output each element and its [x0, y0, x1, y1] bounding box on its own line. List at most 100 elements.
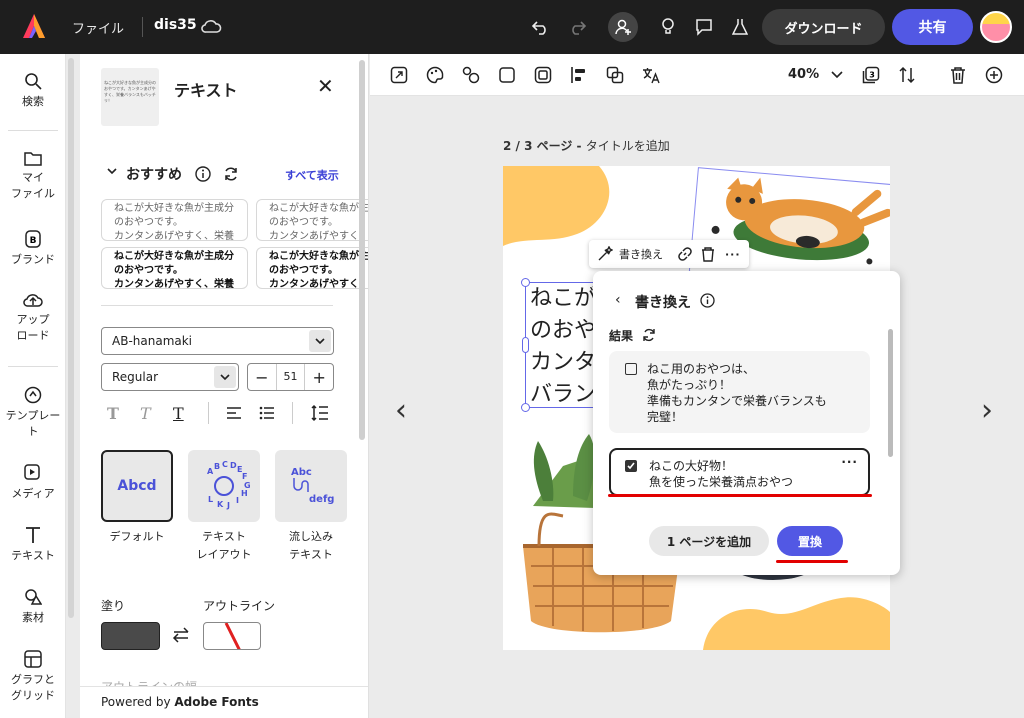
italic-icon[interactable]: T: [140, 404, 151, 423]
underline-icon[interactable]: T: [173, 404, 184, 423]
canvas-text-line: カンタ: [530, 350, 597, 375]
translate-icon[interactable]: [640, 64, 662, 86]
arrange-icon[interactable]: [896, 64, 918, 86]
list-icon[interactable]: [259, 406, 275, 420]
style-flow-text-tile[interactable]: Abc defg: [275, 450, 347, 522]
rewrite-option[interactable]: ねこ用のおやつは、 魚がたっぷり！ 準備もカンタンで栄養バランスも 完璧！: [609, 351, 870, 433]
adobe-express-logo[interactable]: [22, 13, 46, 39]
trash-icon[interactable]: [947, 64, 969, 86]
redo-icon[interactable]: [563, 13, 591, 41]
rewrite-icon[interactable]: [597, 246, 613, 262]
zoom-level[interactable]: 40%: [788, 67, 819, 82]
pages-icon[interactable]: 3: [860, 64, 882, 86]
chevron-down-icon[interactable]: [826, 64, 848, 86]
refresh-icon[interactable]: [223, 166, 239, 182]
rail-scrollbar[interactable]: [68, 58, 74, 618]
file-menu[interactable]: ファイル: [72, 18, 124, 37]
rail-item-graphs-grids[interactable]: グラフと グリッド: [0, 650, 66, 704]
share-button[interactable]: 共有: [892, 9, 973, 45]
back-icon[interactable]: ‹: [615, 292, 621, 308]
info-icon[interactable]: [700, 293, 715, 308]
next-page-arrow[interactable]: ›: [981, 393, 993, 428]
close-icon[interactable]: ✕: [317, 74, 334, 98]
popup-scrollbar[interactable]: [888, 329, 893, 457]
style-default-tile[interactable]: Abcd: [101, 450, 173, 522]
rail-item-my-files[interactable]: マイ ファイル: [0, 150, 66, 202]
rail-item-brand[interactable]: B ブランド: [0, 230, 66, 268]
font-style-select[interactable]: Regular: [101, 363, 239, 391]
option-text: ねこの大好物！ 魚を使った栄養満点おやつ: [649, 459, 794, 489]
resize-handle[interactable]: [521, 403, 530, 412]
see-all-link[interactable]: すべて表示: [285, 167, 339, 183]
rail-item-text[interactable]: テキスト: [0, 526, 66, 564]
download-button[interactable]: ダウンロード: [762, 9, 885, 45]
canvas-text-line: のおや: [530, 318, 597, 343]
decrease-size-button[interactable]: −: [248, 368, 276, 387]
palette-icon[interactable]: [424, 64, 446, 86]
fill-color-swatch[interactable]: [101, 622, 160, 650]
font-family-select[interactable]: AB-hanamaki: [101, 327, 334, 355]
square-icon[interactable]: [496, 64, 518, 86]
shapes-icon[interactable]: [460, 64, 482, 86]
info-icon[interactable]: [195, 166, 211, 182]
text-style-card[interactable]: ねこが大好きな魚が主 のおやつです。 カンタンあげやすく: [256, 247, 369, 289]
chevron-down-icon: [309, 330, 331, 352]
invite-user-icon[interactable]: [608, 12, 638, 42]
resize-handle[interactable]: [522, 337, 529, 353]
align-objects-icon[interactable]: [568, 64, 590, 86]
replace-button[interactable]: 置換: [777, 526, 843, 556]
rewrite-option-selected[interactable]: ねこの大好物！ 魚を使った栄養満点おやつ ···: [609, 448, 870, 496]
text-style-card[interactable]: ねこが大好きな魚が主成分 のおやつです。 カンタンあげやすく、栄養: [101, 247, 248, 289]
add-page-button[interactable]: 1 ページを追加: [649, 526, 769, 556]
document-name[interactable]: dis35: [154, 17, 197, 33]
style-text-layout-tile[interactable]: AB C DEF G H I JKL: [188, 450, 260, 522]
frame-icon[interactable]: [532, 64, 554, 86]
option-checkbox[interactable]: [625, 363, 637, 375]
bold-icon[interactable]: T: [107, 404, 119, 423]
trash-icon[interactable]: [701, 246, 715, 262]
comment-icon[interactable]: [690, 13, 718, 41]
undo-icon[interactable]: [527, 13, 555, 41]
rail-item-elements[interactable]: 素材: [0, 588, 66, 626]
prev-page-arrow[interactable]: ‹: [395, 393, 407, 428]
layers-icon[interactable]: [604, 64, 626, 86]
canvas-text[interactable]: ねこが のおや カンタ バラン: [526, 283, 602, 411]
increase-size-button[interactable]: +: [305, 368, 333, 387]
more-options-icon[interactable]: ···: [841, 454, 858, 470]
resize-handle[interactable]: [521, 278, 530, 287]
card-line: ねこが大好きな魚が主: [269, 203, 369, 214]
font-size-stepper[interactable]: − 51 +: [247, 363, 334, 391]
outline-color-swatch[interactable]: [203, 622, 261, 650]
cloud-icon[interactable]: [200, 16, 222, 36]
align-left-icon[interactable]: [226, 406, 242, 420]
resize-icon[interactable]: [388, 64, 410, 86]
rail-item-media[interactable]: メディア: [0, 464, 66, 502]
line-spacing-icon[interactable]: [311, 404, 329, 422]
card-line: ねこが大好きな魚が主: [269, 251, 369, 262]
add-page-icon[interactable]: [983, 64, 1005, 86]
rail-item-upload[interactable]: アップ ロード: [0, 292, 66, 344]
card-line: ねこが大好きな魚が主成分: [114, 203, 234, 214]
avatar[interactable]: [980, 11, 1012, 43]
link-icon[interactable]: [677, 246, 693, 262]
section-title: おすすめ: [126, 167, 182, 183]
rail-item-templates[interactable]: テンプレー ト: [0, 386, 66, 440]
selected-text-frame[interactable]: ねこが のおや カンタ バラン: [521, 278, 603, 412]
panel-scrollbar[interactable]: [359, 60, 365, 440]
rail-label: テンプレー ト: [5, 409, 61, 438]
rewrite-button[interactable]: 書き換え: [619, 246, 663, 262]
font-size-value[interactable]: 51: [275, 364, 306, 390]
lightbulb-icon[interactable]: [654, 13, 682, 41]
rail-item-search[interactable]: 検索: [0, 72, 66, 110]
text-style-card[interactable]: ねこが大好きな魚が主 のおやつです。 カンタンあげやすく: [256, 199, 369, 241]
chevron-down-icon[interactable]: [107, 166, 117, 176]
option-checkbox-checked[interactable]: [625, 460, 637, 472]
swap-icon[interactable]: [172, 627, 190, 643]
refresh-icon[interactable]: [642, 328, 656, 342]
powered-prefix: Powered by: [101, 695, 175, 709]
page-title-input[interactable]: タイトルを追加: [586, 139, 670, 153]
flask-icon[interactable]: [726, 13, 754, 41]
more-options-icon[interactable]: ···: [725, 248, 741, 261]
popup-title: 書き換え: [635, 295, 691, 311]
text-style-card[interactable]: ねこが大好きな魚が主成分 のおやつです。 カンタンあげやすく、栄養: [101, 199, 248, 241]
